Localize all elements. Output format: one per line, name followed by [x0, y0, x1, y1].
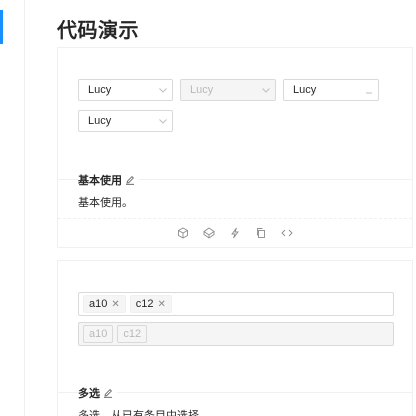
demo-meta: 基本使用 [58, 172, 412, 188]
codesandbox-icon[interactable] [176, 226, 190, 240]
select-tag: c12 [117, 325, 148, 343]
demo-actions [58, 226, 412, 240]
active-section-indicator [0, 10, 3, 44]
demo-card-multiple: a10 ✕ c12 ✕ a10 c12 多选 多选，从已有条目中选择。 [57, 260, 413, 416]
select-tag: a10 ✕ [83, 295, 126, 313]
chevron-down-icon [257, 80, 275, 100]
actions-divider [58, 218, 412, 219]
close-icon[interactable]: ✕ [158, 299, 166, 310]
tag-label: c12 [135, 298, 154, 310]
left-divider [24, 0, 25, 416]
select-normal[interactable]: Lucy [78, 79, 173, 101]
edit-icon[interactable] [125, 175, 135, 185]
loading-icon [360, 80, 378, 100]
select-value: Lucy [293, 84, 317, 96]
demo-title: 基本使用 [78, 172, 139, 188]
select-value: Lucy [88, 84, 112, 96]
chevron-down-icon [154, 80, 172, 100]
select-loading[interactable]: Lucy [283, 79, 379, 101]
select-value: Lucy [190, 84, 214, 96]
tag-label: a10 [89, 328, 108, 340]
select-multiple-disabled: a10 c12 [78, 322, 394, 346]
page-title: 代码演示 [57, 20, 139, 42]
riddle-icon[interactable] [228, 226, 242, 240]
select-tag: a10 [83, 325, 114, 343]
demo-meta: 多选 [58, 385, 412, 401]
demo-description: 多选，从已有条目中选择。 [78, 410, 210, 416]
tag-label: a10 [89, 298, 108, 310]
code-expand-icon[interactable] [280, 226, 294, 240]
select-tag: c12 ✕ [129, 295, 172, 313]
demo-title-text: 基本使用 [78, 175, 122, 187]
close-icon[interactable]: ✕ [111, 299, 119, 310]
select-normal-2[interactable]: Lucy [78, 110, 173, 132]
select-disabled: Lucy [180, 79, 276, 101]
edit-icon[interactable] [103, 388, 113, 398]
copy-icon[interactable] [254, 226, 268, 240]
demo-description: 基本使用。 [78, 197, 133, 209]
demo-card-basic: Lucy Lucy Lucy Lucy 基本使用 基本使用。 [57, 47, 413, 248]
chevron-down-icon [154, 111, 172, 131]
tag-label: c12 [123, 328, 142, 340]
demo-title-text: 多选 [78, 388, 100, 400]
select-multiple[interactable]: a10 ✕ c12 ✕ [78, 292, 394, 316]
select-value: Lucy [88, 115, 112, 127]
codepen-icon[interactable] [202, 226, 216, 240]
demo-title: 多选 [78, 385, 117, 401]
